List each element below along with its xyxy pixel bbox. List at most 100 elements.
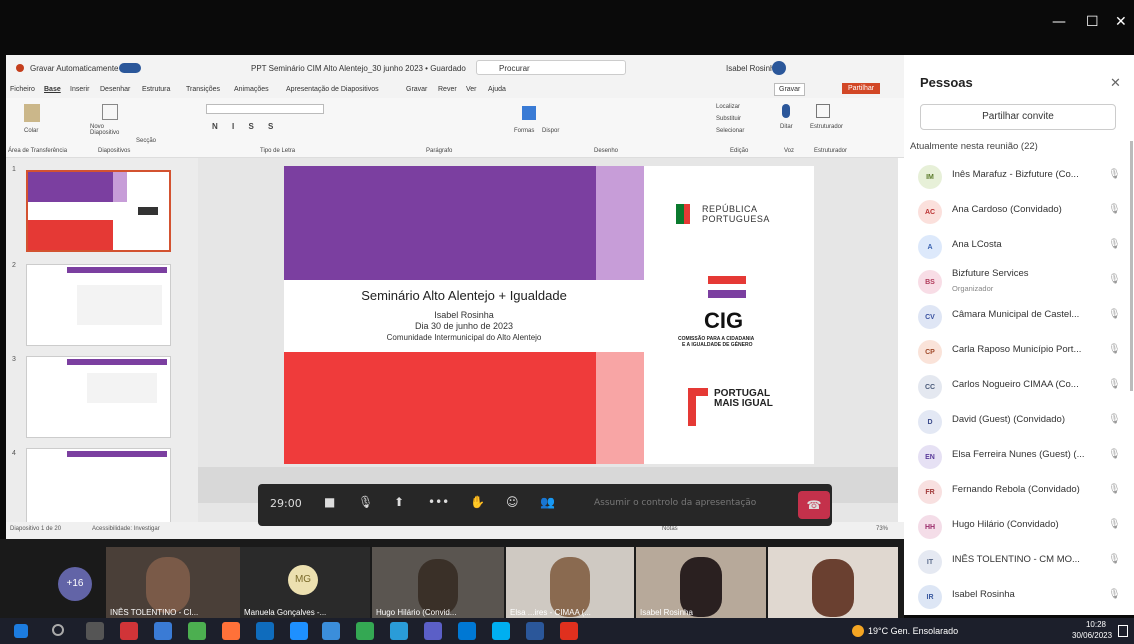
camera-icon[interactable]: ■ — [324, 495, 335, 509]
weather-text[interactable]: 19°C Gen. Ensolarado — [868, 626, 958, 636]
find-button[interactable]: Localizar — [716, 104, 740, 110]
select-button[interactable]: Selecionar — [716, 128, 744, 134]
participant-row[interactable]: CP Carla Raposo Município Port... 🎙 — [904, 335, 1134, 370]
zoom-level[interactable]: 73% — [876, 526, 888, 532]
participant-row[interactable]: D David (Guest) (Convidado) 🎙 — [904, 405, 1134, 440]
weather-icon[interactable] — [852, 625, 864, 637]
participant-row[interactable]: IR Isabel Rosinha 🎙 — [904, 580, 1134, 615]
replace-button[interactable]: Substituir — [716, 116, 741, 122]
accessibility-status[interactable]: Acessibilidade: Investigar — [92, 526, 160, 532]
font-name-select[interactable] — [206, 104, 324, 114]
thumbnail-slide-3[interactable] — [26, 356, 171, 438]
maximize-button[interactable]: ☐ — [1086, 14, 1099, 30]
participant-row[interactable]: HH Hugo Hilário (Convidado) 🎙 — [904, 510, 1134, 545]
user-avatar[interactable] — [772, 61, 786, 75]
shapes-label[interactable]: Formas — [514, 128, 534, 134]
close-panel-icon[interactable]: ✕ — [1110, 75, 1121, 91]
dictate-label[interactable]: Ditar — [780, 124, 793, 130]
more-options-icon[interactable]: ••• — [428, 495, 449, 509]
notes-toggle[interactable]: Notas — [662, 526, 678, 532]
acrobat-icon[interactable] — [560, 622, 578, 640]
clock-time[interactable]: 10:28 — [1078, 620, 1114, 629]
app-icon[interactable] — [188, 622, 206, 640]
participant-row[interactable]: AC Ana Cardoso (Convidado) 🎙 — [904, 195, 1134, 230]
participant-row[interactable]: BS Bizfuture Services Organizador 🎙 — [904, 265, 1134, 300]
app-icon[interactable] — [390, 622, 408, 640]
close-button[interactable]: ✕ — [1115, 14, 1127, 30]
clock-date[interactable]: 30/06/2023 — [1072, 631, 1112, 640]
participant-row[interactable]: EN Elsa Ferreira Nunes (Guest) (... 🎙 — [904, 440, 1134, 475]
hang-up-icon[interactable]: ☎ — [798, 491, 830, 519]
participant-row[interactable]: CC Carlos Nogueiro CIMAA (Co... 🎙 — [904, 370, 1134, 405]
firefox-icon[interactable] — [222, 622, 240, 640]
app-icon[interactable] — [458, 622, 476, 640]
chrome-icon[interactable] — [356, 622, 374, 640]
participant-row[interactable]: IM Inês Marafuz - Bizfuture (Co... 🎙 — [904, 160, 1134, 195]
section-label[interactable]: Secção — [136, 138, 156, 144]
microphone-icon[interactable] — [782, 104, 790, 118]
thumbnail-slide-2[interactable] — [26, 264, 171, 346]
tab-rever[interactable]: Rever — [438, 86, 457, 93]
mic-muted-icon[interactable]: 🎙 — [358, 495, 373, 509]
tab-transicoes[interactable]: Transições — [186, 86, 220, 93]
edge-icon[interactable] — [322, 622, 340, 640]
mic-muted-icon: 🎙 — [1108, 449, 1121, 460]
word-icon[interactable] — [526, 622, 544, 640]
thumbnail-slide-1[interactable] — [26, 170, 171, 252]
share-button[interactable]: Partilhar — [842, 83, 881, 94]
take-control-button[interactable]: Assumir o controlo da apresentação — [594, 498, 756, 508]
minimize-button[interactable]: — — [1052, 14, 1066, 30]
video-tile[interactable]: MG Manuela Gonçalves -... — [240, 547, 370, 619]
thumbnail-slide-4[interactable] — [26, 448, 171, 530]
avatar: IR — [918, 585, 942, 609]
mic-muted-icon: 🎙 — [1108, 554, 1121, 565]
notifications-icon[interactable] — [1118, 625, 1128, 637]
participant-row[interactable]: FR Fernando Rebola (Convidado) 🎙 — [904, 475, 1134, 510]
in-meeting-section-header[interactable]: Atualmente nesta reunião (22) — [910, 141, 1038, 152]
participant-row[interactable]: A Ana LCosta 🎙 — [904, 230, 1134, 265]
autosave-toggle[interactable] — [119, 63, 141, 73]
tab-base[interactable]: Base — [44, 86, 61, 93]
people-icon[interactable]: 👥 — [540, 495, 555, 509]
tab-apresentacao[interactable]: Apresentação de Diapositivos — [286, 86, 379, 93]
designer-label[interactable]: Estruturador — [810, 124, 843, 130]
chat-icon[interactable]: ☺ — [506, 495, 519, 509]
app-icon[interactable] — [290, 622, 308, 640]
raise-hand-icon[interactable]: ✋ — [470, 495, 485, 509]
participant-row[interactable]: CV Câmara Municipal de Castel... 🎙 — [904, 300, 1134, 335]
designer-icon[interactable] — [816, 104, 830, 118]
app-icon[interactable] — [256, 622, 274, 640]
tab-inserir[interactable]: Inserir — [70, 86, 89, 93]
video-tile[interactable]: Elsa ...ires - CIMAA (... — [506, 547, 634, 619]
record-button[interactable]: Gravar — [774, 83, 806, 96]
tab-ver[interactable]: Ver — [466, 86, 477, 93]
video-tile[interactable] — [768, 547, 898, 619]
video-tile[interactable]: Isabel Rosinha — [636, 547, 766, 619]
share-invite-button[interactable]: Partilhar convite — [920, 104, 1116, 130]
app-icon[interactable] — [120, 622, 138, 640]
shapes-icon[interactable] — [522, 106, 536, 120]
video-tile[interactable]: INÊS TOLENTINO - CI... — [106, 547, 240, 619]
teams-icon[interactable] — [424, 622, 442, 640]
app-icon[interactable] — [154, 622, 172, 640]
people-scrollbar[interactable] — [1130, 141, 1133, 391]
task-view-icon[interactable] — [86, 622, 104, 640]
tab-ficheiro[interactable]: Ficheiro — [10, 86, 35, 93]
video-tile[interactable]: Hugo Hilário (Convid... — [372, 547, 504, 619]
start-icon[interactable] — [14, 624, 28, 638]
tab-gravar[interactable]: Gravar — [406, 86, 427, 93]
participant-row[interactable]: IT INÊS TOLENTINO - CM MO... 🎙 — [904, 545, 1134, 580]
tab-ajuda[interactable]: Ajuda — [488, 86, 506, 93]
tab-estrutura[interactable]: Estrutura — [142, 86, 170, 93]
skype-icon[interactable] — [492, 622, 510, 640]
arrange-label[interactable]: Dispor — [542, 128, 559, 134]
paste-icon[interactable] — [24, 104, 40, 122]
more-participants-badge[interactable]: +16 — [58, 567, 92, 601]
new-slide-icon[interactable] — [102, 104, 118, 120]
search-icon[interactable] — [52, 624, 64, 636]
share-screen-icon[interactable]: ⬆ — [394, 495, 404, 509]
font-format-buttons[interactable]: N I S S — [212, 122, 279, 131]
tab-animacoes[interactable]: Animações — [234, 86, 269, 93]
ppt-search-box[interactable]: Procurar — [476, 60, 626, 75]
tab-desenhar[interactable]: Desenhar — [100, 86, 130, 93]
